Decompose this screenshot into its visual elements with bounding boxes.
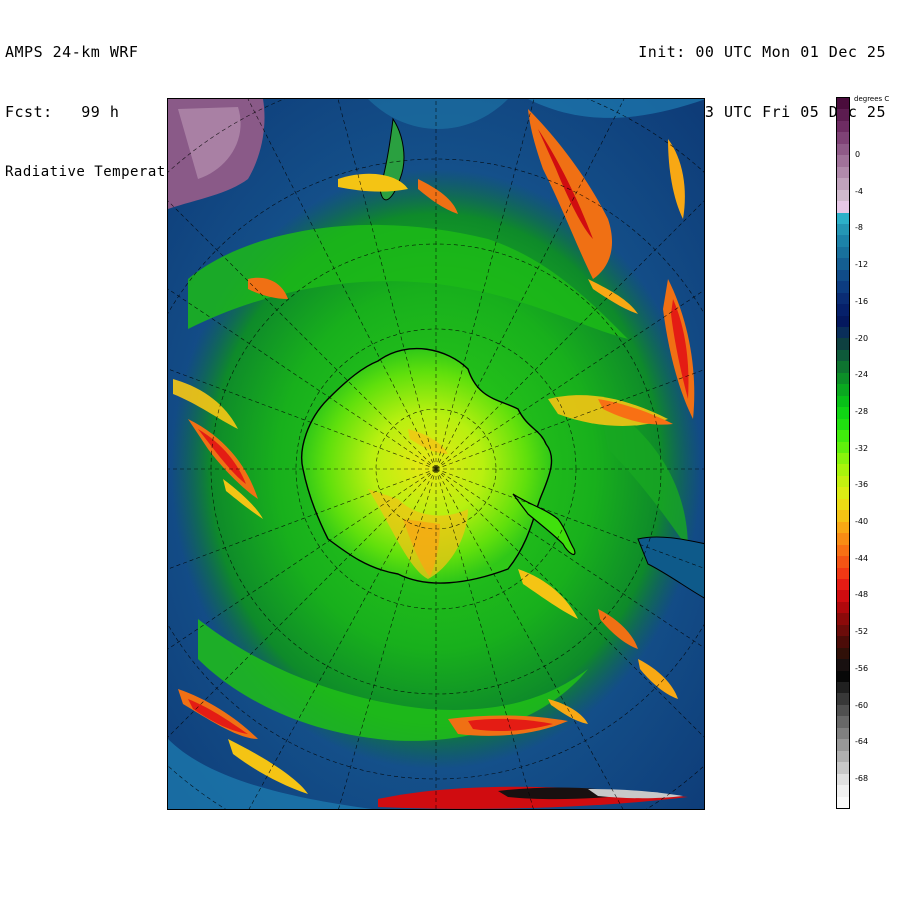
colorbar-tick-label: -32 bbox=[855, 443, 869, 453]
colorbar-segment bbox=[837, 773, 849, 786]
colorbar-segment bbox=[837, 533, 849, 546]
colorbar-segment bbox=[837, 223, 849, 236]
map-svg bbox=[168, 99, 704, 809]
colorbar-segment bbox=[837, 372, 849, 385]
colorbar-segment bbox=[837, 567, 849, 580]
colorbar-segment bbox=[837, 327, 849, 339]
colorbar-segment bbox=[837, 155, 849, 168]
colorbar-segment bbox=[837, 349, 849, 362]
colorbar-segment bbox=[837, 384, 849, 397]
colorbar-segment bbox=[837, 441, 849, 454]
colorbar-segment bbox=[837, 521, 849, 534]
colorbar-segment bbox=[837, 258, 849, 271]
colorbar-segment bbox=[837, 498, 849, 511]
colorbar-segment bbox=[837, 727, 849, 740]
init-time: Init: 00 UTC Mon 01 Dec 25 bbox=[638, 43, 886, 61]
field-name: Radiative Temperature bbox=[5, 164, 193, 180]
colorbar-segment bbox=[837, 544, 849, 557]
colorbar-segment bbox=[837, 120, 849, 133]
colorbar-tick-label: -68 bbox=[855, 773, 869, 783]
colorbar-tick-label: -52 bbox=[855, 627, 869, 637]
colorbar-tick-label: -4 bbox=[855, 186, 863, 196]
colorbar-segment bbox=[837, 246, 849, 259]
colorbar-segment bbox=[837, 395, 849, 408]
colorbar-segment bbox=[837, 235, 849, 248]
colorbar-segment bbox=[837, 189, 849, 202]
colorbar-segment bbox=[837, 601, 849, 614]
colorbar-segment bbox=[837, 578, 849, 591]
colorbar-tick-label: -12 bbox=[855, 260, 869, 270]
colorbar-segment bbox=[837, 785, 849, 798]
forecast-hour: Fcst: 99 h bbox=[5, 103, 120, 121]
colorbar-segment bbox=[837, 269, 849, 282]
colorbar-segment bbox=[837, 304, 849, 317]
colorbar-tick-label: -56 bbox=[855, 663, 869, 673]
colorbar-segment bbox=[837, 510, 849, 523]
colorbar-segment bbox=[837, 475, 849, 488]
colorbar-segment bbox=[837, 647, 849, 660]
colorbar-segment bbox=[837, 430, 849, 443]
colorbar-segment bbox=[837, 361, 849, 374]
colorbar-segment bbox=[837, 281, 849, 294]
colorbar-segment bbox=[837, 556, 849, 568]
colorbar-segment bbox=[837, 636, 849, 649]
colorbar-segment bbox=[837, 166, 849, 179]
colorbar-tick-label: -40 bbox=[855, 517, 869, 526]
colorbar-segment bbox=[837, 613, 849, 626]
colorbar-segment bbox=[837, 796, 849, 809]
colorbar-tick-label: -60 bbox=[855, 700, 869, 710]
colorbar-tick-label: -24 bbox=[855, 370, 869, 380]
colorbar-segment bbox=[837, 201, 849, 213]
colorbar-segment bbox=[837, 704, 849, 717]
colorbar-segment bbox=[837, 143, 849, 156]
colorbar-segment bbox=[837, 338, 849, 351]
colorbar-segment bbox=[837, 453, 849, 465]
colorbar-tick-label: -28 bbox=[855, 406, 869, 416]
colorbar-segment bbox=[837, 590, 849, 603]
colorbar-segment bbox=[837, 407, 849, 420]
header-left: AMPS 24-km WRF Fcst: 99 h Radiative Temp… bbox=[5, 2, 193, 202]
model-title: AMPS 24-km WRF bbox=[5, 43, 139, 61]
colorbar-segment bbox=[837, 624, 849, 637]
colorbar-segment bbox=[837, 418, 849, 431]
colorbar bbox=[836, 97, 850, 809]
colorbar-tick-label: -64 bbox=[855, 737, 869, 747]
colorbar-segment bbox=[837, 693, 849, 706]
colorbar-tick-label: -20 bbox=[855, 333, 869, 343]
colorbar-segment bbox=[837, 670, 849, 683]
colorbar-segment bbox=[837, 682, 849, 694]
colorbar-segment bbox=[837, 315, 849, 328]
colorbar-tick-label: -36 bbox=[855, 480, 869, 490]
colorbar-segment bbox=[837, 739, 849, 752]
colorbar-segment bbox=[837, 212, 849, 225]
colorbar-segment bbox=[837, 98, 849, 110]
colorbar-segment bbox=[837, 750, 849, 763]
colorbar-segment bbox=[837, 716, 849, 729]
colorbar-segment bbox=[837, 132, 849, 145]
radiative-temperature-map[interactable] bbox=[167, 98, 705, 810]
colorbar-segment bbox=[837, 659, 849, 672]
colorbar-segment bbox=[837, 762, 849, 775]
colorbar-segment bbox=[837, 487, 849, 500]
colorbar-segment bbox=[837, 464, 849, 477]
colorbar-segment bbox=[837, 292, 849, 305]
colorbar-tick-label: -48 bbox=[855, 590, 869, 600]
colorbar-tick-label: -8 bbox=[855, 223, 863, 233]
colorbar-segment bbox=[837, 109, 849, 122]
colorbar-segment bbox=[837, 178, 849, 191]
colorbar-tick-label: -16 bbox=[855, 296, 869, 306]
colorbar-units: degrees C bbox=[854, 95, 890, 103]
colorbar-tick-label: -44 bbox=[855, 553, 869, 563]
colorbar-tick-label: 0 bbox=[855, 150, 861, 159]
